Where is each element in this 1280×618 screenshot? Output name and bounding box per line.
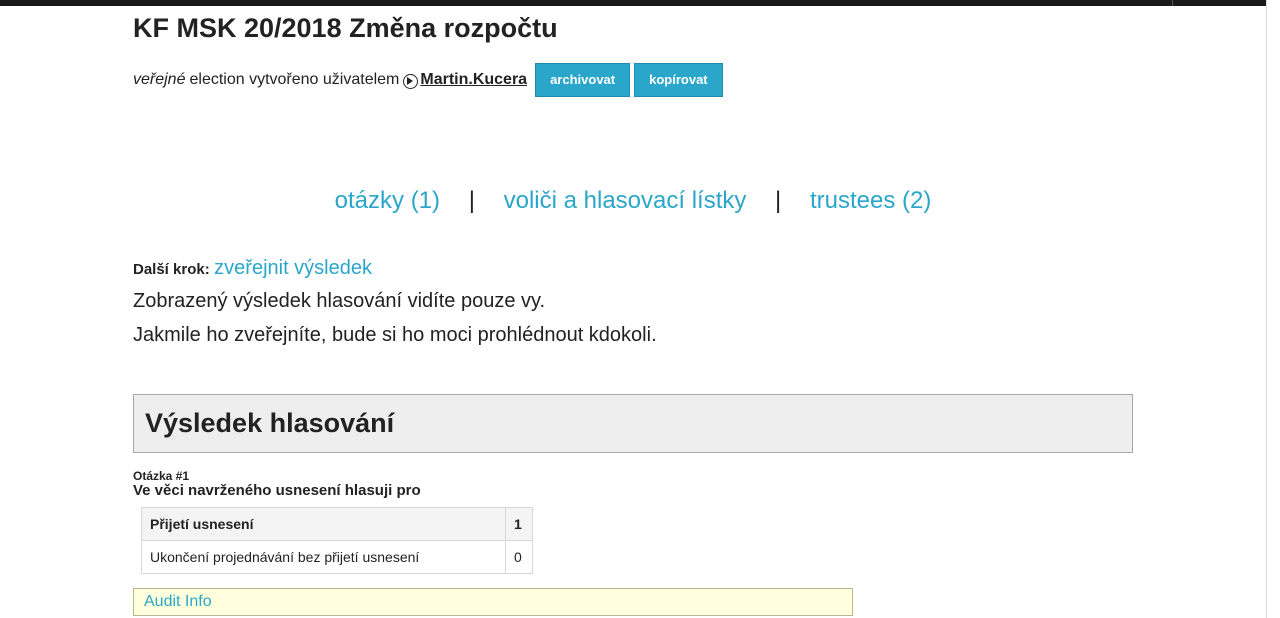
page-title: KF MSK 20/2018 Změna rozpočtu [133,13,558,43]
info-text-private: Zobrazený výsledek hlasování vidíte pouz… [133,290,546,312]
election-meta: veřejné election vytvořeno uživatelem Ma… [133,63,727,97]
election-nav: otázky (1) | voliči a hlasovací lístky |… [133,187,1133,215]
window-top-bar [0,0,1266,6]
user-icon [403,73,419,89]
nav-separator: | [468,187,475,214]
answer-label: Přijetí usnesení [141,507,506,541]
table-row: Přijetí usnesení 1 [141,507,533,541]
divider [1172,0,1173,6]
audit-info-link[interactable]: Audit Info [144,593,212,610]
answer-label: Ukončení projednávání bez přijetí usnese… [141,540,506,574]
table-row: Ukončení projednávání bez přijetí usnese… [141,540,533,574]
answer-count: 0 [505,540,533,574]
next-step: Další krok: zveřejnit výsledek [133,257,372,280]
publish-result-link[interactable]: zveřejnit výsledek [214,257,372,279]
nav-questions-link[interactable]: otázky (1) [335,187,440,214]
info-text-publish: Jakmile ho zveřejníte, bude si ho moci p… [133,324,657,346]
results-table: Přijetí usnesení 1 Ukončení projednávání… [141,507,533,574]
results-heading: Výsledek hlasování [145,408,395,438]
next-step-label: Další krok: [133,261,210,278]
question-text: Ve věci navrženého usnesení hlasuji pro [133,482,421,499]
vertical-scrollbar[interactable] [1266,0,1280,618]
results-panel: Výsledek hlasování [133,394,1133,453]
answer-count: 1 [505,507,533,541]
nav-voters-link[interactable]: voliči a hlasovací lístky [504,187,747,214]
created-by-text: election vytvořeno uživatelem [189,71,400,88]
visibility-label: veřejné [133,71,186,88]
username-link[interactable]: Martin.Kucera [420,71,527,89]
nav-separator: | [775,187,782,214]
question-number: Otázka #1 [133,469,190,483]
archive-button[interactable]: archivovat [535,63,631,97]
audit-info-box: Audit Info [133,588,853,616]
nav-trustees-link[interactable]: trustees (2) [810,187,931,214]
copy-button[interactable]: kopírovat [634,63,723,97]
